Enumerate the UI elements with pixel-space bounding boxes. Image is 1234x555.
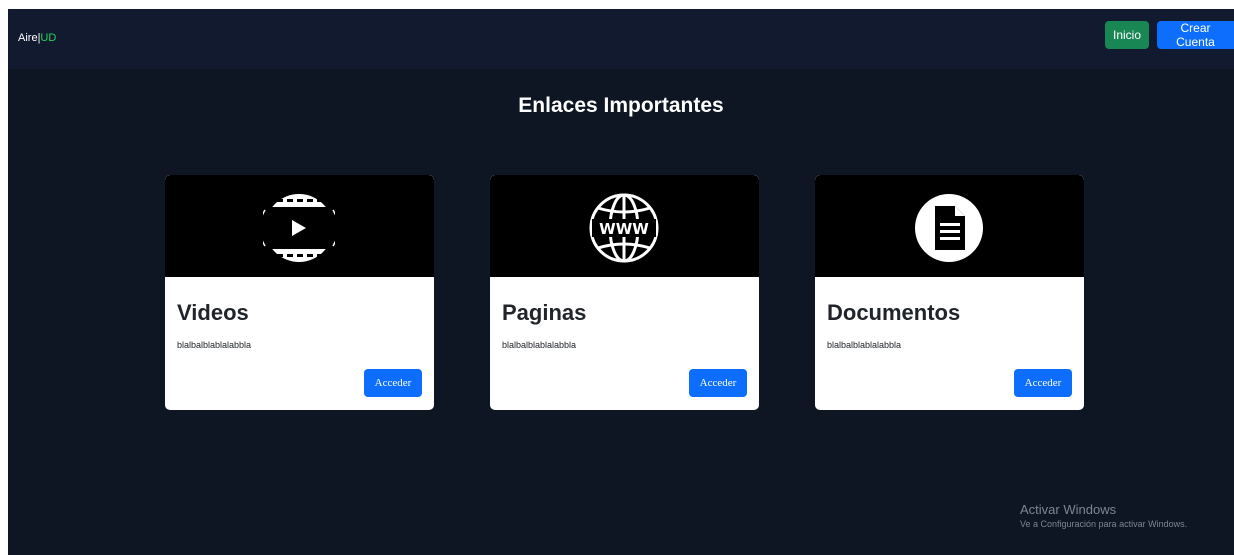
www-globe-icon: WWW (589, 193, 659, 263)
card-text: blalbalblablalabbla (177, 340, 252, 350)
video-play-icon (263, 194, 335, 262)
acceder-videos-button[interactable]: Acceder (364, 369, 422, 397)
card-text: blalbalblablalabbla (827, 340, 902, 350)
card-paginas: WWW Paginas blalbalblablalabbla Acceder (490, 175, 759, 410)
acceder-paginas-button[interactable]: Acceder (689, 369, 747, 397)
brand-logo[interactable]: Aire|UD (18, 32, 56, 44)
card-image (165, 175, 434, 277)
card-title: Paginas (502, 300, 587, 325)
app-screen: Aire|UD Inicio Crear Cuenta Enlaces Impo… (8, 9, 1234, 555)
navbar: Aire|UD Inicio Crear Cuenta (8, 9, 1234, 69)
brand-main: Aire (18, 32, 38, 44)
card-videos: Videos blalbalblablalabbla Acceder (165, 175, 434, 410)
card-image (815, 175, 1084, 277)
inicio-button[interactable]: Inicio (1105, 21, 1149, 49)
crear-cuenta-button[interactable]: Crear Cuenta (1157, 21, 1234, 49)
page-title: Enlaces Importantes (518, 94, 724, 117)
card-documentos: Documentos blalbalblablalabbla Acceder (815, 175, 1084, 410)
card-title: Videos (177, 300, 249, 325)
watermark-subtitle: Ve a Configuración para activar Windows. (1020, 519, 1188, 529)
card-title: Documentos (827, 300, 961, 325)
card-text: blalbalblablalabbla (502, 340, 577, 350)
card-image: WWW (490, 175, 759, 277)
document-icon (915, 194, 983, 262)
watermark-title: Activar Windows (1020, 502, 1117, 517)
svg-text:WWW: WWW (599, 220, 649, 238)
windows-activation-watermark: Activar Windows Ve a Configuración para … (1020, 502, 1187, 529)
acceder-documentos-button[interactable]: Acceder (1014, 369, 1072, 397)
brand-accent: UD (40, 32, 57, 44)
